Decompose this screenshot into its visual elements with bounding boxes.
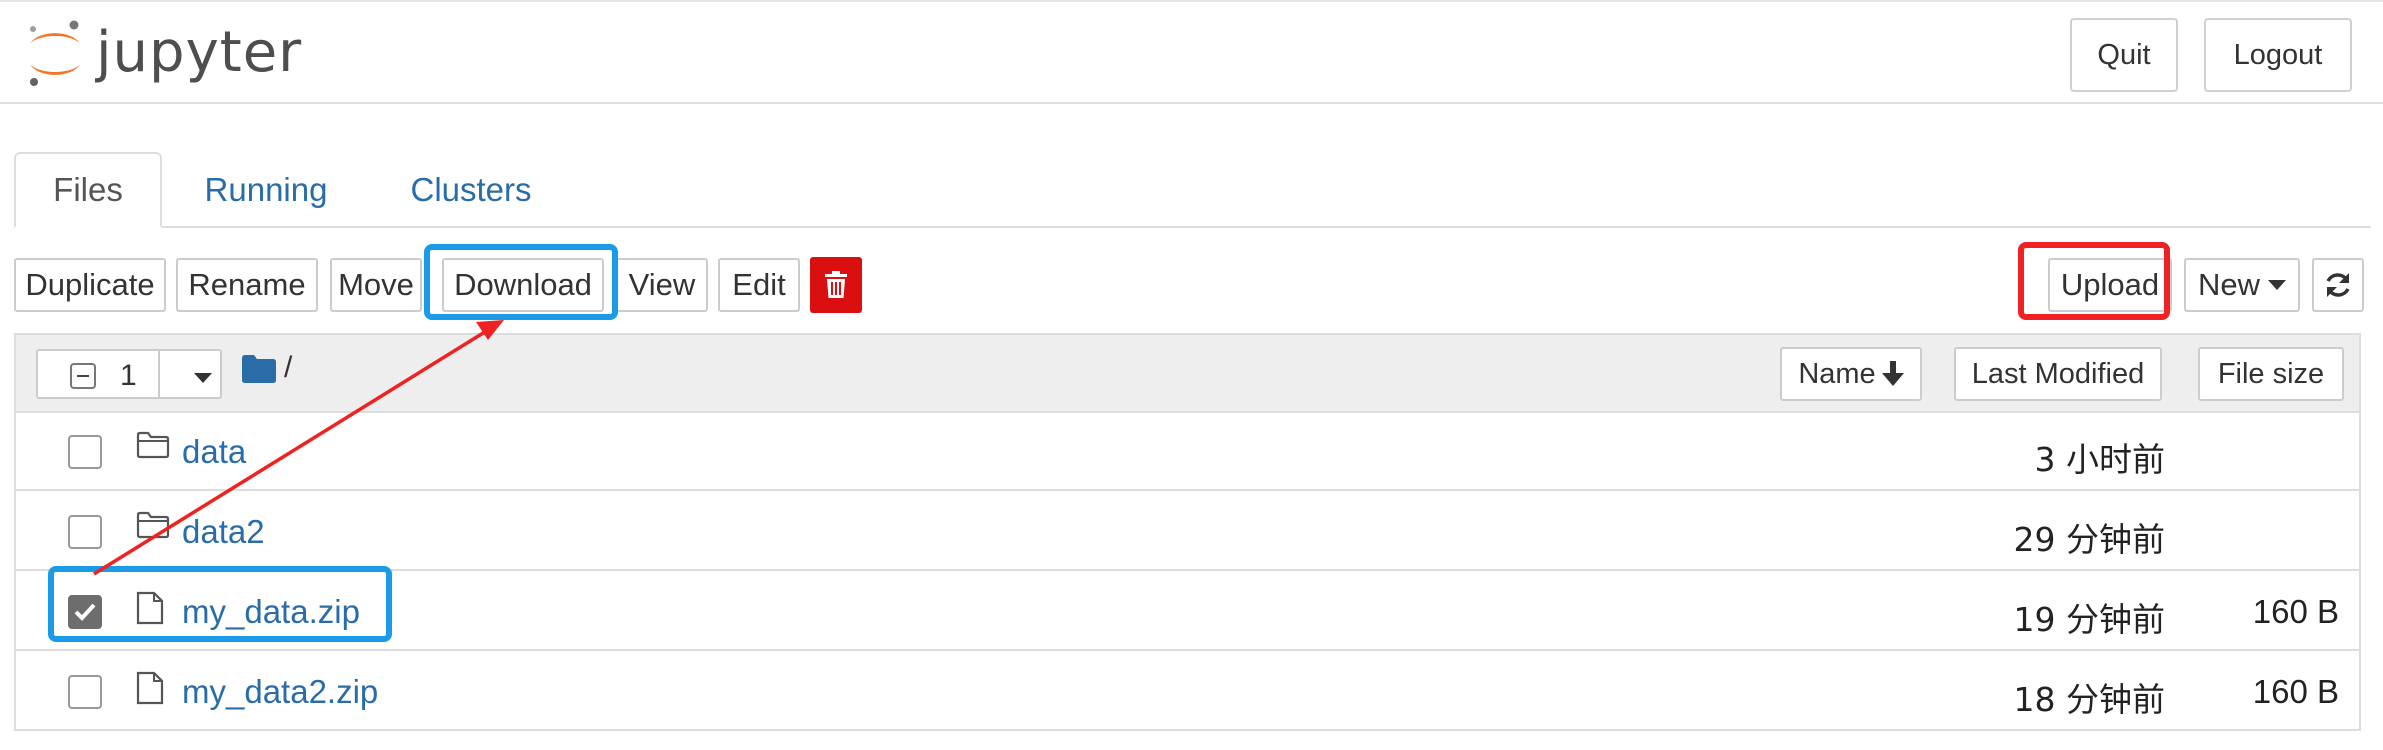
quit-button[interactable]: Quit (2070, 18, 2178, 92)
select-divider (158, 351, 160, 397)
new-button[interactable]: New (2184, 258, 2300, 312)
rename-button[interactable]: Rename (176, 258, 318, 312)
row-checkbox[interactable] (68, 595, 102, 629)
sort-by-name-button[interactable]: Name (1780, 347, 1922, 401)
file-name-link[interactable]: data2 (182, 513, 265, 551)
last-modified: 3 小时前 (2034, 440, 2166, 479)
view-button[interactable]: View (616, 258, 708, 312)
delete-button[interactable] (810, 257, 862, 313)
caret-down-icon[interactable] (194, 373, 212, 383)
file-name-link[interactable]: data (182, 433, 246, 471)
file-size: 160 B (2252, 673, 2339, 710)
caret-down-icon (2268, 280, 2286, 290)
last-modified: 19 分钟前 (2013, 600, 2165, 639)
checkmark-icon (74, 603, 96, 621)
edit-button[interactable]: Edit (718, 258, 800, 312)
last-modified: 29 分钟前 (2013, 520, 2165, 559)
file-name-link[interactable]: my_data.zip (182, 593, 360, 631)
refresh-icon (2326, 273, 2350, 297)
jupyter-logo[interactable]: jupyter (24, 16, 324, 92)
refresh-button[interactable] (2312, 258, 2364, 312)
tab-running[interactable]: Running (186, 152, 346, 228)
row-checkbox[interactable] (68, 435, 102, 469)
logout-button[interactable]: Logout (2204, 18, 2352, 92)
list-item[interactable]: my_data.zip 19 分钟前 160 B (16, 573, 2359, 651)
folder-outline-icon (136, 511, 170, 539)
logo-text: jupyter (96, 20, 303, 85)
sort-name-label: Name (1798, 357, 1876, 390)
last-modified: 18 分钟前 (2013, 680, 2165, 719)
file-size: 160 B (2252, 593, 2339, 630)
list-item[interactable]: my_data2.zip 18 分钟前 160 B (16, 653, 2359, 731)
new-button-label: New (2197, 267, 2260, 302)
trash-icon (825, 271, 847, 298)
duplicate-button[interactable]: Duplicate (14, 258, 166, 312)
select-all-checkbox[interactable] (70, 363, 96, 389)
sort-by-size-button[interactable]: File size (2198, 347, 2344, 401)
upload-button[interactable]: Upload (2048, 258, 2172, 312)
file-icon (136, 671, 164, 705)
row-checkbox[interactable] (68, 675, 102, 709)
file-list: 1 / Name Last Modified File size data 3 … (14, 333, 2361, 731)
folder-icon[interactable] (242, 355, 276, 383)
tab-clusters[interactable]: Clusters (396, 152, 546, 228)
row-checkbox[interactable] (68, 515, 102, 549)
move-button[interactable]: Move (330, 258, 422, 312)
file-icon (136, 591, 164, 625)
tabs-divider (14, 226, 2371, 228)
list-item[interactable]: data2 29 分钟前 (16, 493, 2359, 571)
selected-count: 1 (120, 359, 137, 392)
jupyter-logo-icon (30, 20, 80, 86)
breadcrumb-path[interactable]: / (284, 351, 292, 385)
file-name-link[interactable]: my_data2.zip (182, 673, 378, 711)
header-bar: jupyter Quit Logout (0, 0, 2383, 104)
file-list-header: 1 / Name Last Modified File size (16, 335, 2359, 413)
folder-outline-icon (136, 431, 170, 459)
arrow-down-icon (1881, 361, 1904, 386)
select-all-dropdown[interactable]: 1 (36, 349, 222, 399)
list-item[interactable]: data 3 小时前 (16, 413, 2359, 491)
tab-files[interactable]: Files (14, 152, 162, 228)
sort-by-modified-button[interactable]: Last Modified (1954, 347, 2162, 401)
download-button[interactable]: Download (442, 258, 604, 312)
